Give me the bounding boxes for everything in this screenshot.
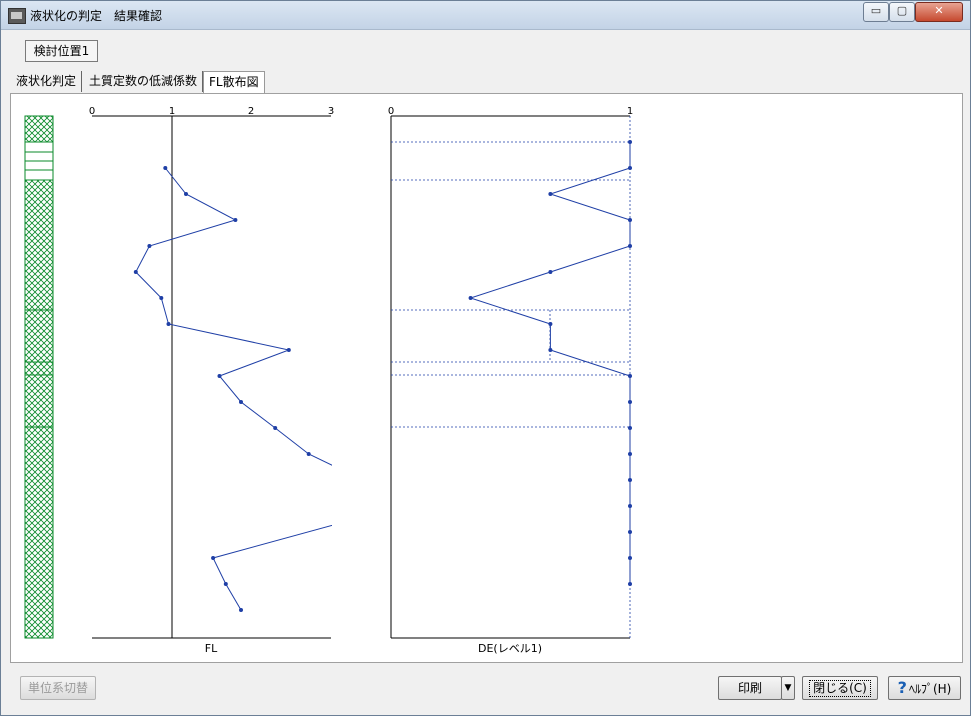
chart-panel: 0 1 2 3 FL 0 1 DE(レベル1) <box>10 93 963 663</box>
de-data-point <box>548 192 553 196</box>
unit-toggle-button[interactable]: 単位系切替 <box>20 676 96 700</box>
fl-data-point <box>223 582 228 586</box>
de-data-point <box>628 140 632 144</box>
fl-axis-label: FL <box>205 642 218 655</box>
fl-data-point <box>133 270 138 274</box>
de-data-point <box>548 322 553 326</box>
title-bar: 液状化の判定 結果確認 ▭ ▢ ✕ <box>1 1 970 30</box>
de-data-point <box>628 400 632 404</box>
tab-liquefaction-judgment[interactable]: 液状化判定 <box>11 71 83 92</box>
fl-data-point <box>239 608 243 612</box>
soil-layer-3 <box>24 179 54 311</box>
fl-series-line <box>135 167 332 611</box>
fl-tick-label: 0 <box>89 106 95 117</box>
fl-tick-label: 2 <box>248 106 254 117</box>
maximize-button[interactable]: ▢ <box>889 2 915 22</box>
close-button-label: 閉じる(C) <box>809 680 871 697</box>
fl-tick-label: 1 <box>169 106 175 117</box>
fl-data-point <box>147 244 152 248</box>
minimize-button[interactable]: ▭ <box>863 2 889 22</box>
print-dropdown-button[interactable]: ▼ <box>781 676 795 700</box>
de-data-point <box>468 296 473 300</box>
fl-data-point <box>184 192 188 196</box>
de-tick-label: 0 <box>388 106 394 117</box>
fl-data-point <box>273 426 278 430</box>
de-data-point <box>628 530 632 534</box>
de-data-point <box>628 582 632 586</box>
app-window: 液状化の判定 結果確認 ▭ ▢ ✕ 検討位置1 液状化判定 土質定数の低減係数 … <box>0 0 971 716</box>
de-data-point <box>548 348 553 352</box>
soil-layer-1 <box>24 115 54 143</box>
soil-layer-5 <box>24 361 54 376</box>
fl-data-point <box>239 400 243 404</box>
de-data-point <box>628 478 632 482</box>
tab-fl-scatter[interactable]: FL散布図 <box>203 71 265 93</box>
soil-layer-6 <box>24 374 54 428</box>
help-icon: ? <box>897 678 907 697</box>
fl-data-point <box>211 556 216 560</box>
app-icon <box>8 8 26 24</box>
print-button[interactable]: 印刷 <box>718 676 782 700</box>
de-data-point <box>628 504 632 508</box>
soil-layer-7 <box>24 426 54 639</box>
close-window-button[interactable]: ✕ <box>915 2 963 22</box>
de-data-point <box>628 452 632 456</box>
fl-data-point <box>217 374 222 378</box>
de-data-point <box>628 218 632 222</box>
de-data-point <box>628 166 632 170</box>
help-button[interactable]: ? ﾍﾙﾌﾟ(H) <box>888 676 961 700</box>
window-title: 液状化の判定 結果確認 <box>30 9 163 23</box>
tab-soil-reduction-factor[interactable]: 土質定数の低減係数 <box>84 71 204 92</box>
de-chart: 0 1 DE(レベル1) <box>388 106 633 655</box>
tab-position-1[interactable]: 検討位置1 <box>25 40 98 62</box>
de-data-point <box>628 374 632 378</box>
de-axis-label: DE(レベル1) <box>478 642 542 655</box>
de-data-point <box>628 426 632 430</box>
close-button[interactable]: 閉じる(C) <box>802 676 878 700</box>
de-data-point <box>628 244 632 248</box>
de-points <box>468 140 632 586</box>
fl-data-point <box>166 322 171 326</box>
fl-data-point <box>233 218 238 222</box>
soil-column <box>24 115 54 639</box>
soil-layer-4 <box>24 309 54 363</box>
fl-data-point <box>159 296 164 300</box>
de-data-point <box>628 556 632 560</box>
fl-data-point <box>306 452 311 456</box>
de-data-point <box>548 270 553 274</box>
de-series-line <box>468 142 631 584</box>
fl-data-point <box>286 348 291 352</box>
help-button-label: ﾍﾙﾌﾟ(H) <box>908 682 952 696</box>
fl-tick-label: 3 <box>328 106 334 117</box>
fl-data-point <box>163 166 168 170</box>
fl-chart: 0 1 2 3 FL <box>89 106 334 655</box>
fl-charts: 0 1 2 3 FL 0 1 DE(レベル1) <box>24 106 633 655</box>
fl-points <box>133 166 311 612</box>
de-layer-boxes <box>391 116 631 638</box>
de-tick-label: 1 <box>627 106 633 117</box>
